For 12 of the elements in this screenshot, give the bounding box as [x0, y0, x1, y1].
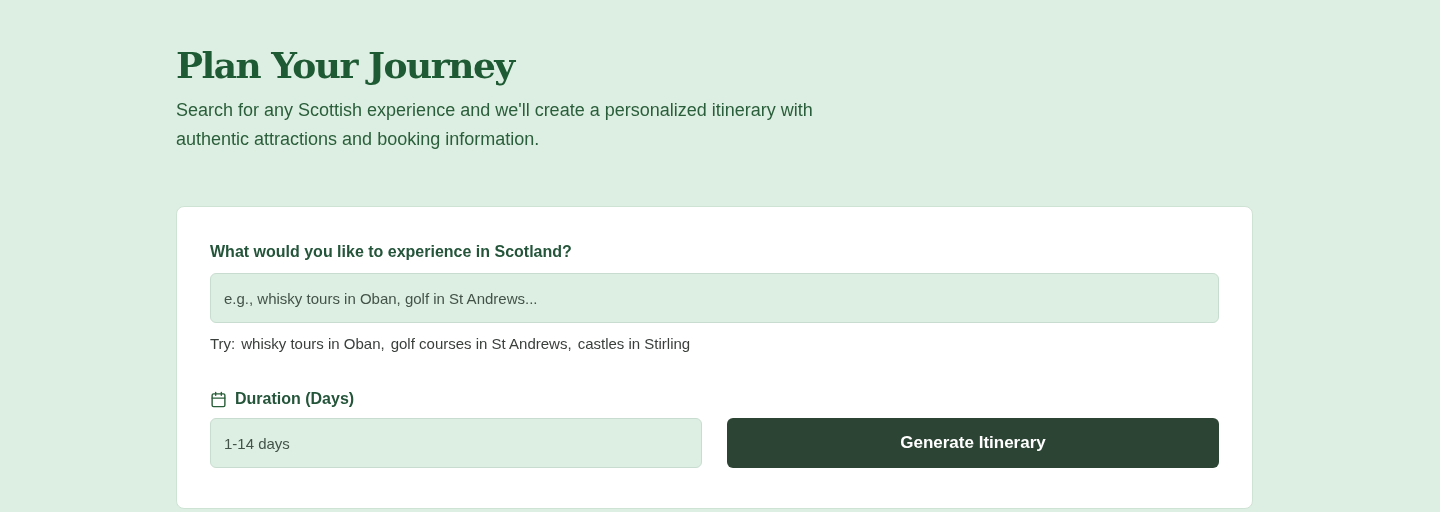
- try-label: Try:: [210, 335, 236, 352]
- page-title: Plan Your Journey: [176, 44, 514, 86]
- suggestion-link[interactable]: golf courses in St Andrews,: [390, 335, 572, 352]
- duration-field[interactable]: 1-14 days: [210, 418, 702, 468]
- calendar-icon: [210, 390, 227, 408]
- suggestion-link[interactable]: castles in Stirling: [577, 335, 691, 352]
- search-field[interactable]: e.g., whisky tours in Oban, golf in St Andrews...: [210, 273, 1219, 323]
- suggestion-link[interactable]: whisky tours in Oban,: [241, 335, 385, 352]
- generate-itinerary-button[interactable]: Generate Itinerary: [727, 418, 1219, 468]
- question-label: What would you like to experience in Scotland?: [210, 243, 572, 261]
- duration-label: Duration (Days): [235, 390, 355, 408]
- page-subtitle: Search for any Scottish experience and we'll create a personalized itinerary with authentic attractions and booking information.: [176, 99, 814, 151]
